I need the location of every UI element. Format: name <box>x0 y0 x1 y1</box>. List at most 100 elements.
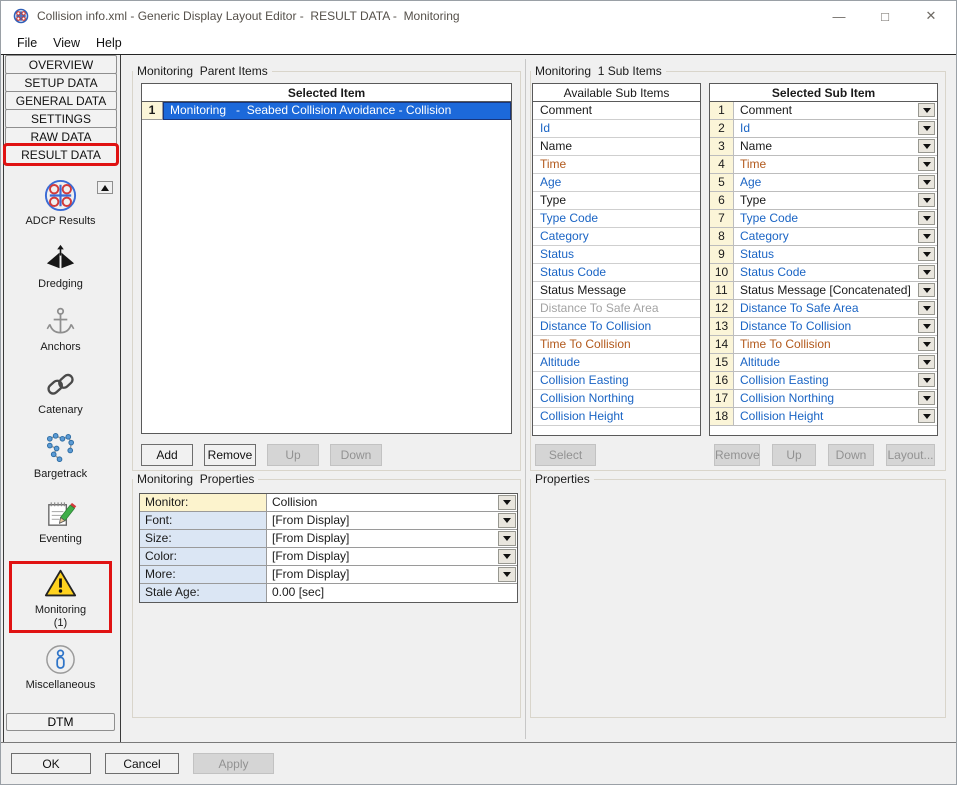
sidebar-item-catenary[interactable]: Catenary <box>4 367 117 416</box>
selected-sub-item-row[interactable]: 9 Status <box>710 246 937 264</box>
selected-sub-item-row[interactable]: 6 Type <box>710 192 937 210</box>
up-button[interactable]: Up <box>267 444 319 466</box>
available-sub-item[interactable]: Category <box>533 228 700 246</box>
dropdown-arrow-button[interactable] <box>918 247 935 261</box>
selected-sub-item-row[interactable]: 14 Time To Collision <box>710 336 937 354</box>
available-sub-item[interactable]: Status Message <box>533 282 700 300</box>
dropdown-arrow-button[interactable] <box>918 337 935 351</box>
property-value[interactable]: 0.00 [sec] <box>267 584 517 602</box>
nav-result-data[interactable]: RESULT DATA <box>5 145 117 164</box>
close-button[interactable]: ✕ <box>908 1 954 31</box>
available-sub-item[interactable]: Id <box>533 120 700 138</box>
selected-sub-item-row[interactable]: 16 Collision Easting <box>710 372 937 390</box>
apply-button[interactable]: Apply <box>193 753 274 774</box>
available-sub-item[interactable]: Status <box>533 246 700 264</box>
available-sub-item[interactable]: Time <box>533 156 700 174</box>
selected-parent-item[interactable]: Monitoring - Seabed Collision Avoidance … <box>163 102 511 120</box>
available-sub-item[interactable]: Name <box>533 138 700 156</box>
sidebar-item-anchors[interactable]: Anchors <box>4 304 117 353</box>
up-sub-button[interactable]: Up <box>772 444 816 466</box>
dropdown-arrow-button[interactable] <box>498 531 516 546</box>
dropdown-arrow-button[interactable] <box>918 193 935 207</box>
dropdown-arrow-button[interactable] <box>498 495 516 510</box>
selected-sub-item-row[interactable]: 17 Collision Northing <box>710 390 937 408</box>
selected-sub-item-row[interactable]: 5 Age <box>710 174 937 192</box>
available-sub-item[interactable]: Distance To Safe Area <box>533 300 700 318</box>
sidebar-item-adcp-results[interactable]: ADCP Results <box>4 178 117 227</box>
dtm-button[interactable]: DTM <box>6 713 115 731</box>
sidebar-item-dredging[interactable]: Dredging <box>4 241 117 290</box>
parent-item-row[interactable]: 1 Monitoring - Seabed Collision Avoidanc… <box>142 102 511 120</box>
available-sub-item[interactable]: Collision Easting <box>533 372 700 390</box>
selected-sub-item-row[interactable]: 1 Comment <box>710 102 937 120</box>
view-menu[interactable]: View <box>45 34 88 52</box>
dropdown-arrow-button[interactable] <box>918 175 935 189</box>
dropdown-arrow-button[interactable] <box>918 211 935 225</box>
dropdown-arrow-button[interactable] <box>498 513 516 528</box>
nav-raw-data[interactable]: RAW DATA <box>5 127 117 146</box>
dropdown-arrow-button[interactable] <box>918 409 935 423</box>
remove-sub-button[interactable]: Remove <box>714 444 760 466</box>
sidebar-item-bargetrack[interactable]: Bargetrack <box>4 431 117 480</box>
minimize-button[interactable]: — <box>816 1 862 31</box>
dropdown-arrow-button[interactable] <box>918 319 935 333</box>
selected-sub-item-row[interactable]: 18 Collision Height <box>710 408 937 426</box>
cancel-button[interactable]: Cancel <box>105 753 179 774</box>
nav-general-data[interactable]: GENERAL DATA <box>5 91 117 110</box>
property-value[interactable]: [From Display] <box>267 566 498 583</box>
selected-sub-item-row[interactable]: 8 Category <box>710 228 937 246</box>
selected-sub-item-row[interactable]: 2 Id <box>710 120 937 138</box>
down-button[interactable]: Down <box>330 444 382 466</box>
dropdown-arrow-button[interactable] <box>498 567 516 582</box>
selected-sub-item-row[interactable]: 15 Altitude <box>710 354 937 372</box>
selected-sub-item-row[interactable]: 3 Name <box>710 138 937 156</box>
dropdown-arrow-button[interactable] <box>918 301 935 315</box>
available-sub-item[interactable]: Comment <box>533 102 700 120</box>
add-button[interactable]: Add <box>141 444 193 466</box>
remove-button[interactable]: Remove <box>204 444 256 466</box>
property-value[interactable]: [From Display] <box>267 548 498 565</box>
available-sub-item[interactable]: Collision Northing <box>533 390 700 408</box>
sidebar-item-miscellaneous[interactable]: Miscellaneous <box>4 642 117 691</box>
available-sub-item[interactable]: Time To Collision <box>533 336 700 354</box>
available-sub-item[interactable]: Collision Height <box>533 408 700 426</box>
layout-button[interactable]: Layout... <box>886 444 935 466</box>
property-value[interactable]: [From Display] <box>267 530 498 547</box>
available-sub-item[interactable]: Age <box>533 174 700 192</box>
selected-sub-item-row[interactable]: 7 Type Code <box>710 210 937 228</box>
available-sub-item[interactable]: Type Code <box>533 210 700 228</box>
property-value[interactable]: [From Display] <box>267 512 498 529</box>
down-sub-button[interactable]: Down <box>828 444 874 466</box>
dropdown-arrow-button[interactable] <box>918 157 935 171</box>
selected-sub-item-row[interactable]: 4 Time <box>710 156 937 174</box>
select-button[interactable]: Select <box>535 444 596 466</box>
dropdown-arrow-button[interactable] <box>918 265 935 279</box>
dropdown-arrow-button[interactable] <box>918 373 935 387</box>
help-menu[interactable]: Help <box>88 34 130 52</box>
nav-setup-data[interactable]: SETUP DATA <box>5 73 117 92</box>
ok-button[interactable]: OK <box>11 753 91 774</box>
selected-sub-item-row[interactable]: 11 Status Message [Concatenated] <box>710 282 937 300</box>
dropdown-arrow-button[interactable] <box>498 549 516 564</box>
file-menu[interactable]: File <box>9 34 45 52</box>
selected-sub-item-row[interactable]: 13 Distance To Collision <box>710 318 937 336</box>
selected-sub-item-row[interactable]: 12 Distance To Safe Area <box>710 300 937 318</box>
dropdown-arrow-button[interactable] <box>918 391 935 405</box>
available-sub-item[interactable]: Altitude <box>533 354 700 372</box>
property-value[interactable]: Collision <box>267 494 498 511</box>
selected-sub-item-row[interactable]: 10 Status Code <box>710 264 937 282</box>
dropdown-arrow-button[interactable] <box>918 283 935 297</box>
dropdown-arrow-button[interactable] <box>918 121 935 135</box>
available-sub-item[interactable]: Distance To Collision <box>533 318 700 336</box>
available-sub-item[interactable]: Status Code <box>533 264 700 282</box>
dropdown-arrow-button[interactable] <box>918 103 935 117</box>
dropdown-arrow-button[interactable] <box>918 139 935 153</box>
nav-overview[interactable]: OVERVIEW <box>5 55 117 74</box>
maximize-button[interactable]: □ <box>862 1 908 31</box>
nav-settings[interactable]: SETTINGS <box>5 109 117 128</box>
dropdown-arrow-button[interactable] <box>918 229 935 243</box>
available-sub-item[interactable]: Type <box>533 192 700 210</box>
sidebar-item-eventing[interactable]: Eventing <box>4 496 117 545</box>
dropdown-arrow-button[interactable] <box>918 355 935 369</box>
sidebar-item-monitoring[interactable]: Monitoring (1) <box>9 561 112 633</box>
